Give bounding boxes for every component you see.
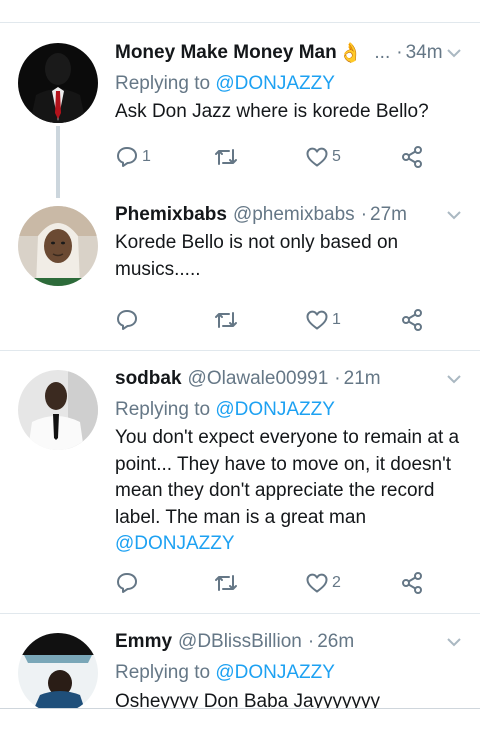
tweet-divider bbox=[0, 350, 480, 351]
tweet-header: Emmy @DBlissBillion · 26m bbox=[115, 628, 464, 656]
share-button[interactable] bbox=[400, 569, 424, 597]
tweet-divider bbox=[0, 613, 480, 614]
replying-to: Replying to @DONJAZZY bbox=[115, 73, 335, 95]
retweet-button[interactable] bbox=[213, 569, 242, 597]
timestamp: 26m bbox=[317, 631, 355, 652]
separator-dot: · bbox=[334, 368, 341, 389]
handle[interactable]: @Olawale00991 bbox=[188, 368, 329, 390]
retweet-button[interactable] bbox=[213, 306, 242, 334]
like-count: 5 bbox=[332, 148, 341, 165]
chevron-down-icon[interactable] bbox=[444, 43, 464, 63]
share-button[interactable] bbox=[400, 143, 424, 171]
thread-line bbox=[56, 126, 60, 198]
action-bar: 2 bbox=[115, 569, 435, 597]
replying-handle-link[interactable]: @DONJAZZY bbox=[215, 662, 335, 683]
separator-dot: · bbox=[307, 631, 315, 652]
tweet-header: Money Make Money Man 👌 ... · 34m bbox=[115, 39, 464, 67]
display-name[interactable]: Phemixbabs bbox=[115, 204, 227, 226]
chevron-down-icon[interactable] bbox=[444, 205, 464, 225]
avatar[interactable] bbox=[18, 206, 98, 286]
tweet-text-line: mean they don't appreciate the record bbox=[115, 480, 435, 501]
reply-count: 1 bbox=[142, 148, 151, 165]
ok-hand-emoji: 👌 bbox=[338, 43, 363, 64]
bottom-mask bbox=[0, 708, 480, 733]
reply-icon bbox=[117, 310, 137, 330]
replying-handle-link[interactable]: @DONJAZZY bbox=[215, 399, 335, 420]
timestamp: 21m bbox=[343, 368, 381, 389]
heart-icon bbox=[306, 310, 328, 330]
action-bar: 1 5 bbox=[115, 143, 435, 171]
bottom-divider bbox=[0, 708, 480, 709]
like-button[interactable]: 1 bbox=[305, 306, 341, 334]
action-bar: 1 bbox=[115, 306, 435, 334]
share-button[interactable] bbox=[400, 306, 424, 334]
tweet-text: You don't expect everyone to remain at a… bbox=[115, 425, 467, 558]
tweet-text: Ask Don Jazz where is korede Bello? bbox=[115, 101, 429, 122]
tweet-header: Phemixbabs @phemixbabs · 27m bbox=[115, 201, 464, 229]
share-icon bbox=[402, 146, 422, 168]
timestamp: 27m bbox=[370, 204, 407, 225]
display-name[interactable]: Money Make Money Man bbox=[115, 42, 337, 64]
truncation-ellipsis: ... bbox=[374, 42, 391, 63]
top-divider bbox=[0, 22, 480, 23]
reply-icon bbox=[117, 573, 137, 593]
tweet-text-line: You don't expect everyone to remain at a bbox=[115, 427, 460, 448]
tweet-text-line: label. The man is a great man bbox=[115, 506, 367, 528]
retweet-icon bbox=[215, 149, 237, 165]
avatar[interactable] bbox=[18, 370, 98, 450]
heart-icon bbox=[306, 573, 328, 593]
heart-icon bbox=[306, 147, 328, 167]
reply-button[interactable] bbox=[115, 569, 142, 597]
retweet-icon bbox=[215, 312, 237, 328]
display-name[interactable]: Emmy bbox=[115, 631, 172, 653]
tweet-text-line: musics..... bbox=[115, 258, 201, 280]
handle[interactable]: @DBlissBillion bbox=[178, 631, 302, 653]
timestamp: 34m bbox=[405, 42, 443, 63]
separator-dot: · bbox=[360, 204, 368, 225]
replying-to: Replying to @DONJAZZY bbox=[115, 399, 335, 421]
like-count: 1 bbox=[332, 311, 341, 328]
reply-button[interactable] bbox=[115, 306, 142, 334]
retweet-button[interactable] bbox=[213, 143, 242, 171]
tweet-text-line: point... They have to move on, it doesn'… bbox=[115, 453, 451, 475]
share-icon bbox=[402, 309, 422, 331]
avatar[interactable] bbox=[18, 633, 98, 713]
reply-icon bbox=[117, 147, 137, 167]
tweet-text-line: Korede Bello is not only based on bbox=[115, 232, 399, 253]
replying-to: Replying to @DONJAZZY bbox=[115, 662, 335, 684]
replying-prefix: Replying to bbox=[115, 399, 211, 420]
mention-link[interactable]: @DONJAZZY bbox=[115, 531, 467, 558]
tweet-text: Korede Bello is not only based on musics… bbox=[115, 230, 467, 283]
replying-prefix: Replying to bbox=[115, 73, 211, 94]
share-icon bbox=[402, 572, 422, 594]
separator-dot: · bbox=[396, 42, 403, 63]
reply-button[interactable]: 1 bbox=[115, 143, 151, 171]
display-name[interactable]: sodbak bbox=[115, 368, 182, 390]
handle[interactable]: @phemixbabs bbox=[233, 204, 355, 226]
tweet-header: sodbak @Olawale00991 · 21m bbox=[115, 365, 464, 393]
replying-prefix: Replying to bbox=[115, 662, 211, 683]
replying-handle-link[interactable]: @DONJAZZY bbox=[215, 73, 335, 94]
like-button[interactable]: 2 bbox=[305, 569, 341, 597]
retweet-icon bbox=[215, 575, 237, 591]
chevron-down-icon[interactable] bbox=[444, 632, 464, 652]
like-count: 2 bbox=[332, 574, 341, 591]
avatar[interactable] bbox=[18, 43, 98, 123]
like-button[interactable]: 5 bbox=[305, 143, 341, 171]
chevron-down-icon[interactable] bbox=[444, 369, 464, 389]
